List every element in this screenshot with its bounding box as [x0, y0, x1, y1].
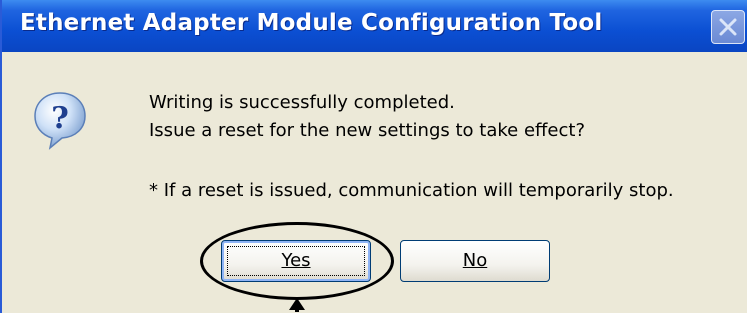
dialog-body: ? Writing is successfully completed. Iss… — [2, 52, 747, 313]
message-dialog: Ethernet Adapter Module Configuration To… — [0, 0, 747, 313]
title-bar[interactable]: Ethernet Adapter Module Configuration To… — [2, 0, 747, 52]
question-icon: ? — [32, 90, 88, 150]
message-line-1: Writing is successfully completed. — [149, 92, 455, 113]
no-button[interactable]: No — [400, 240, 550, 282]
message-line-2: Issue a reset for the new settings to ta… — [149, 120, 586, 141]
yes-button[interactable]: Yes — [221, 240, 371, 282]
pointer-arrow-icon — [289, 298, 305, 312]
svg-text:?: ? — [51, 101, 69, 136]
close-button[interactable] — [711, 10, 745, 44]
note-text: * If a reset is issued, communication wi… — [149, 180, 674, 201]
dialog-title: Ethernet Adapter Module Configuration To… — [20, 10, 603, 36]
close-icon — [719, 18, 737, 36]
